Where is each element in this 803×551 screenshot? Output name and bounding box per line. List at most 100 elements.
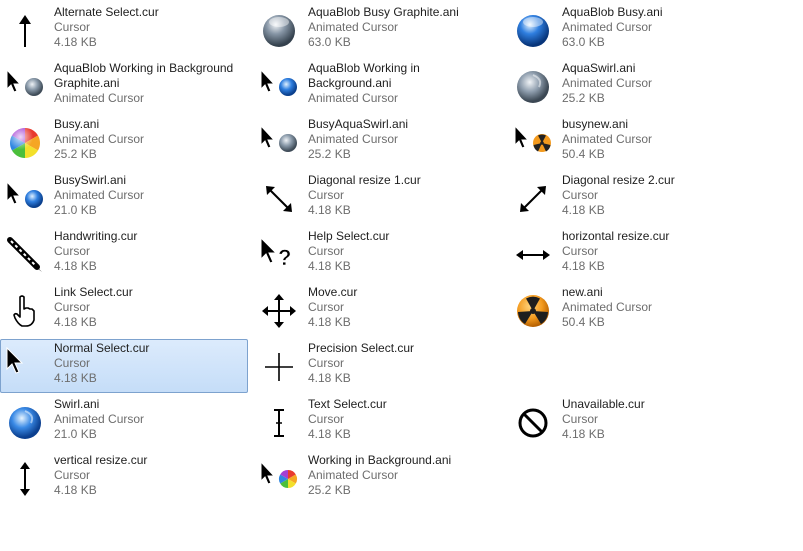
file-size: 4.18 KB <box>308 371 351 385</box>
file-type: Cursor <box>562 412 599 426</box>
file-name: Alternate Select.cur <box>54 5 159 19</box>
file-type: Cursor <box>562 244 599 258</box>
file-size: 21.0 KB <box>54 203 97 217</box>
file-name: Move.cur <box>308 285 358 299</box>
file-name: BusySwirl.ani <box>54 173 127 187</box>
file-name: Text Select.cur <box>308 397 387 411</box>
file-item-busy-swirl[interactable]: BusySwirl.ani Animated Cursor 21.0 KB <box>0 171 248 225</box>
file-name: vertical resize.cur <box>54 453 148 467</box>
svg-text:?: ? <box>278 245 291 270</box>
file-size: 25.2 KB <box>308 483 351 497</box>
file-type: Cursor <box>308 356 345 370</box>
diagonal-resize-1-icon <box>259 179 299 219</box>
file-item-help-select[interactable]: ? Help Select.cur Cursor 4.18 KB <box>254 227 502 281</box>
file-name: Diagonal resize 2.cur <box>562 173 675 187</box>
file-size: 50.4 KB <box>562 315 605 329</box>
file-name: AquaBlob Working in Background.ani <box>308 61 420 90</box>
file-size: 21.0 KB <box>54 427 97 441</box>
file-item-working-background[interactable]: Working in Background.ani Animated Curso… <box>254 451 502 505</box>
file-item-busy-aqua-swirl[interactable]: BusyAquaSwirl.ani Animated Cursor 25.2 K… <box>254 115 502 169</box>
file-item-diagonal-resize-2[interactable]: Diagonal resize 2.cur Cursor 4.18 KB <box>508 171 756 225</box>
busy-icon <box>5 123 45 163</box>
file-type: Animated Cursor <box>54 188 145 202</box>
file-name: busynew.ani <box>562 117 629 131</box>
vertical-resize-icon <box>5 459 45 499</box>
file-item-precision-select[interactable]: Precision Select.cur Cursor 4.18 KB <box>254 339 502 393</box>
file-name: AquaBlob Busy.ani <box>562 5 663 19</box>
file-item-aqua-swirl[interactable]: AquaSwirl.ani Animated Cursor 25.2 KB <box>508 59 756 113</box>
file-size: 25.2 KB <box>562 91 605 105</box>
file-name: Normal Select.cur <box>54 341 150 355</box>
file-name: BusyAquaSwirl.ani <box>308 117 409 131</box>
unavailable-icon <box>513 403 553 443</box>
file-size: 63.0 KB <box>562 35 605 49</box>
file-size: 4.18 KB <box>54 259 97 273</box>
file-type: Animated Cursor <box>308 468 399 482</box>
file-type: Cursor <box>54 300 91 314</box>
file-size: 4.18 KB <box>54 35 97 49</box>
file-name: Link Select.cur <box>54 285 133 299</box>
file-item-aquablob-busy-graphite[interactable]: AquaBlob Busy Graphite.ani Animated Curs… <box>254 3 502 57</box>
horizontal-resize-icon <box>513 235 553 275</box>
alternate-select-icon <box>5 11 45 51</box>
file-item-vertical-resize[interactable]: vertical resize.cur Cursor 4.18 KB <box>0 451 248 505</box>
aquablob-working-icon <box>259 67 299 107</box>
file-type: Animated Cursor <box>562 20 653 34</box>
file-type: Animated Cursor <box>54 412 145 426</box>
file-size: 4.18 KB <box>562 203 605 217</box>
file-name: Help Select.cur <box>308 229 390 243</box>
file-list-pane: Alternate Select.cur Cursor 4.18 KB Aqua… <box>0 0 803 551</box>
aquablob-working-graphite-icon <box>5 67 45 107</box>
file-item-busynew[interactable]: busynew.ani Animated Cursor 50.4 KB <box>508 115 756 169</box>
file-name: Busy.ani <box>54 117 100 131</box>
file-item-alternate-select[interactable]: Alternate Select.cur Cursor 4.18 KB <box>0 3 248 57</box>
help-select-icon: ? <box>259 235 299 275</box>
file-type: Cursor <box>308 300 345 314</box>
file-type: Animated Cursor <box>308 132 399 146</box>
file-item-busy[interactable]: Busy.ani Animated Cursor 25.2 KB <box>0 115 248 169</box>
file-item-new-ani[interactable]: new.ani Animated Cursor 50.4 KB <box>508 283 756 337</box>
file-type: Cursor <box>308 412 345 426</box>
text-select-icon <box>259 403 299 443</box>
file-type: Animated Cursor <box>562 300 653 314</box>
aquablob-busy-icon <box>513 11 553 51</box>
link-select-icon <box>5 291 45 331</box>
file-item-handwriting[interactable]: Handwriting.cur Cursor 4.18 KB <box>0 227 248 281</box>
aqua-swirl-icon <box>513 67 553 107</box>
file-size: 25.2 KB <box>54 147 97 161</box>
file-type: Animated Cursor <box>308 91 399 105</box>
file-name: Handwriting.cur <box>54 229 138 243</box>
file-item-aquablob-working[interactable]: AquaBlob Working in Background.ani Anima… <box>254 59 502 113</box>
file-size: 4.18 KB <box>54 315 97 329</box>
file-item-diagonal-resize-1[interactable]: Diagonal resize 1.cur Cursor 4.18 KB <box>254 171 502 225</box>
file-name: horizontal resize.cur <box>562 229 670 243</box>
file-type: Animated Cursor <box>308 20 399 34</box>
precision-select-icon <box>259 347 299 387</box>
file-item-swirl[interactable]: Swirl.ani Animated Cursor 21.0 KB <box>0 395 248 449</box>
file-item-horizontal-resize[interactable]: horizontal resize.cur Cursor 4.18 KB <box>508 227 756 281</box>
file-type: Cursor <box>54 244 91 258</box>
file-item-move[interactable]: Move.cur Cursor 4.18 KB <box>254 283 502 337</box>
file-size: 4.18 KB <box>308 315 351 329</box>
file-column: AquaBlob Busy Graphite.ani Animated Curs… <box>254 3 502 507</box>
file-name: AquaSwirl.ani <box>562 61 636 75</box>
file-name: new.ani <box>562 285 603 299</box>
busy-aqua-swirl-icon <box>259 123 299 163</box>
file-item-aquablob-working-graphite[interactable]: AquaBlob Working in Background Graphite.… <box>0 59 248 113</box>
file-type: Animated Cursor <box>54 132 145 146</box>
file-type: Cursor <box>308 244 345 258</box>
file-type: Cursor <box>308 188 345 202</box>
file-item-text-select[interactable]: Text Select.cur Cursor 4.18 KB <box>254 395 502 449</box>
file-item-aquablob-busy[interactable]: AquaBlob Busy.ani Animated Cursor 63.0 K… <box>508 3 756 57</box>
file-item-unavailable[interactable]: Unavailable.cur Cursor 4.18 KB <box>508 395 756 449</box>
handwriting-icon <box>5 235 45 275</box>
busy-swirl-icon <box>5 179 45 219</box>
file-item-link-select[interactable]: Link Select.cur Cursor 4.18 KB <box>0 283 248 337</box>
file-column: AquaBlob Busy.ani Animated Cursor 63.0 K… <box>508 3 756 451</box>
file-size: 4.18 KB <box>562 427 605 441</box>
file-type: Cursor <box>54 468 91 482</box>
file-column: Alternate Select.cur Cursor 4.18 KB Aqua… <box>0 3 248 507</box>
file-name: Working in Background.ani <box>308 453 452 467</box>
file-size: 4.18 KB <box>562 259 605 273</box>
file-item-normal-select[interactable]: Normal Select.cur Cursor 4.18 KB <box>0 339 248 393</box>
